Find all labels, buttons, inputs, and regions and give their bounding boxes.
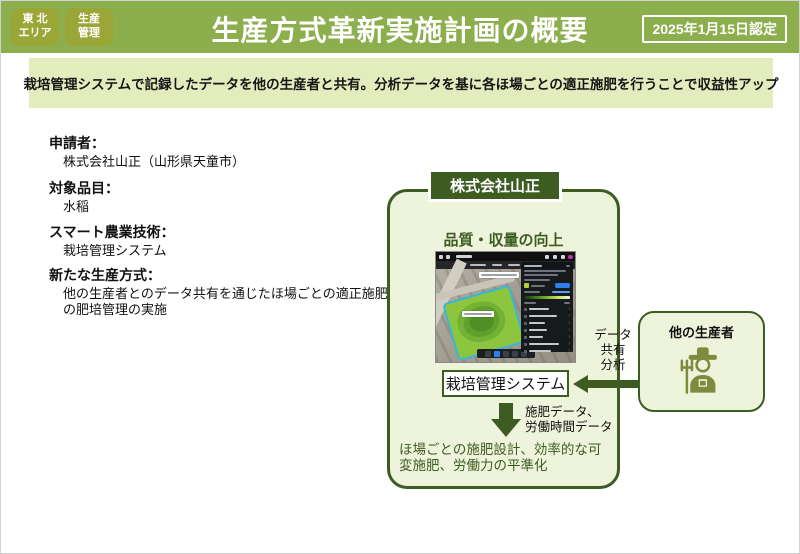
summary-banner: 栽培管理システムで記録したデータを他の生産者と共有。分析データを基に各ほ場ごとの… [29, 58, 773, 108]
applicant-section: 申請者： 株式会社山正（山形県天童市） [49, 134, 405, 170]
cultivation-system-screenshot: › › › › › › › [436, 252, 575, 362]
panel-blue-button [555, 283, 570, 288]
cultivation-system-label: 栽培管理システム [442, 370, 569, 397]
fertilizer-data-label: 施肥データ、 労働時間データ [525, 405, 613, 435]
quality-improvement-title: 品質・収量の向上 [387, 229, 620, 253]
crop-label: 対象品目： [49, 179, 405, 197]
menu-icon [439, 255, 443, 259]
farmer-icon [675, 344, 729, 396]
summary-text: 栽培管理システムで記録したデータを他の生産者と共有。分析データを基に各ほ場ごとの… [23, 73, 778, 93]
data-share-label: データ 共有 分析 [581, 328, 645, 372]
tool-button [512, 351, 518, 357]
other-producers-box: 他の生産者 [638, 311, 765, 412]
certification-date-badge: 2025年1月15日認定 [642, 15, 787, 43]
company-name-label: 株式会社山正 [431, 172, 559, 199]
tool-button-active [494, 351, 500, 357]
account-avatar-icon [568, 255, 573, 260]
map-label [479, 272, 519, 278]
legend-swatch [524, 283, 529, 288]
field-label [462, 311, 494, 317]
outcome-text: ほ場ごとの施肥設計、効率的な可変施肥、労働力の平準化 [399, 442, 611, 475]
new-method-section: 新たな生産方式： 他の生産者とのデータ共有を通じたほ場ごとの適正施肥等の肥培管理… [49, 266, 405, 318]
other-producers-label: 他の生産者 [640, 322, 763, 341]
smart-tech-label: スマート農業技術： [49, 223, 405, 241]
user-icon [561, 255, 565, 259]
new-method-label: 新たな生産方式： [49, 266, 405, 284]
header-bar: 東 北 エリア 生産 管理 生産方式革新実施計画の概要 2025年1月15日認定 [1, 1, 799, 53]
smart-tech-section: スマート農業技術： 栽培管理システム [49, 223, 405, 259]
crop-value: 水稲 [63, 199, 405, 215]
slide: 東 北 エリア 生産 管理 生産方式革新実施計画の概要 2025年1月15日認定… [0, 0, 800, 554]
new-method-value: 他の生産者とのデータ共有を通じたほ場ごとの適正施肥等の肥培管理の実施 [63, 286, 405, 318]
layers-icon [446, 255, 450, 259]
ndvi-gradient-bar [524, 296, 570, 300]
app-logo [456, 255, 472, 258]
tool-button [485, 351, 491, 357]
notification-icon [553, 255, 557, 259]
field-detail-panel: › › › › › › › [521, 262, 573, 352]
tool-button [503, 351, 509, 357]
down-arrow-icon [491, 403, 521, 437]
help-icon [545, 255, 549, 259]
smart-tech-value: 栽培管理システム [63, 243, 405, 259]
crop-section: 対象品目： 水稲 [49, 179, 405, 215]
applicant-value: 株式会社山正（山形県天童市） [63, 154, 405, 170]
applicant-label: 申請者： [49, 134, 405, 152]
